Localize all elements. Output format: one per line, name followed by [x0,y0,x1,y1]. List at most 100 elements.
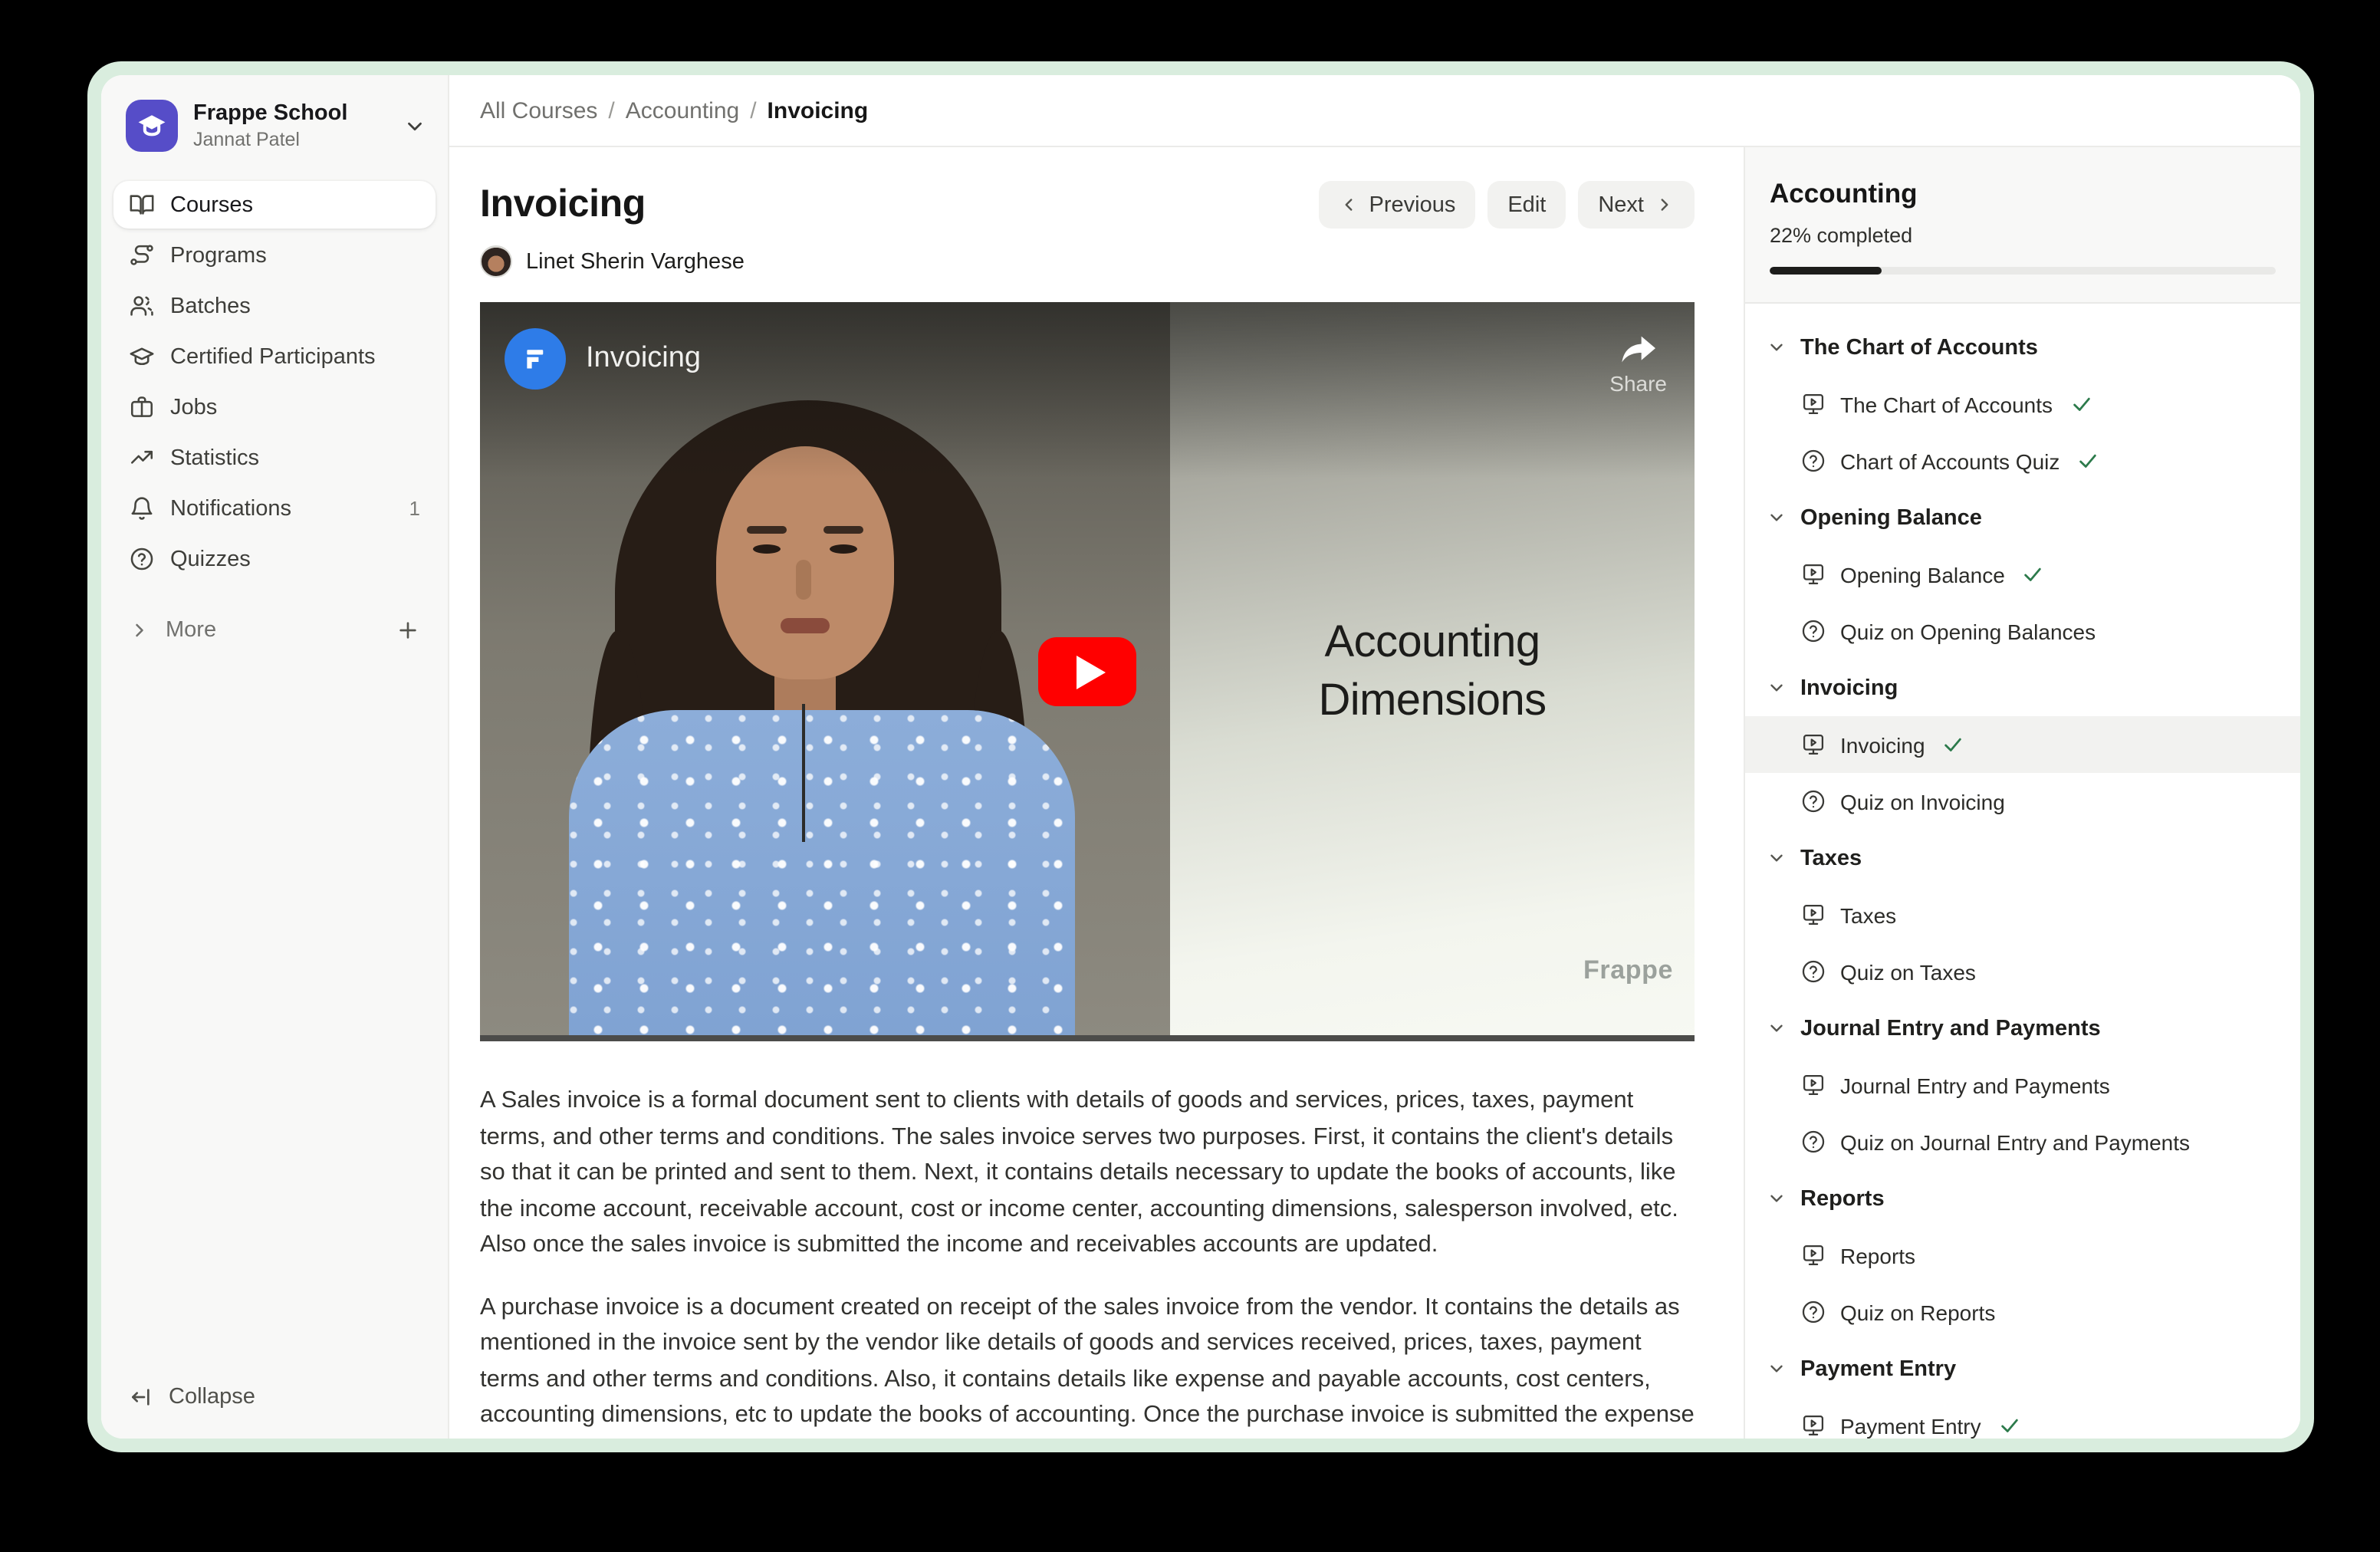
outline-quiz-quiz-on-taxes[interactable]: Quiz on Taxes [1745,943,2300,1000]
monitor-play-icon [1800,1412,1826,1439]
share-button[interactable]: Share [1609,333,1667,396]
outline-item-label: Payment Entry [1840,1413,1981,1438]
breadcrumb-current: Invoicing [768,97,869,123]
video-progress-bar[interactable] [480,1035,1695,1041]
breadcrumb-all-courses[interactable]: All Courses [480,97,597,123]
outline-chapter-opening-balance[interactable]: Opening Balance [1745,489,2300,546]
chapter-title: Journal Entry and Payments [1800,1016,2101,1041]
check-icon [2022,563,2045,586]
help-circle-icon [1800,788,1826,814]
outline-video-opening-balance[interactable]: Opening Balance [1745,546,2300,603]
sidebar-item-notifications[interactable]: Notifications1 [113,485,436,532]
outline-list: The Chart of Accounts The Chart of Accoun… [1745,304,2300,1439]
video-title-overlay: Invoicing [505,328,701,390]
sidebar-item-batches[interactable]: Batches [113,282,436,330]
youtube-play-button[interactable] [1038,637,1136,706]
chevron-right-icon [129,619,150,640]
outline-chapter-the-chart-of-accounts[interactable]: The Chart of Accounts [1745,319,2300,376]
sidebar-item-more[interactable]: More [113,606,436,653]
outline-item-label: Quiz on Invoicing [1840,789,2005,814]
lesson-paragraph: A Sales invoice is a formal document sen… [480,1083,1695,1263]
monitor-play-icon [1800,561,1826,587]
outline-item-label: Opening Balance [1840,562,2005,587]
page-title: Invoicing [480,182,646,227]
frappe-video-logo-icon[interactable] [505,328,566,390]
outline-video-invoicing[interactable]: Invoicing [1745,716,2300,773]
outline-video-payment-entry[interactable]: Payment Entry [1745,1397,2300,1439]
outline-video-the-chart-of-accounts[interactable]: The Chart of Accounts [1745,376,2300,432]
monitor-play-icon [1800,391,1826,417]
chevron-down-icon [1767,1189,1787,1208]
add-button[interactable] [396,617,420,642]
collapse-icon [129,1384,153,1409]
slide-title: Accounting Dimensions [1170,613,1695,730]
outline-video-taxes[interactable]: Taxes [1745,886,2300,943]
help-circle-icon [1800,618,1826,644]
outline-chapter-payment-entry[interactable]: Payment Entry [1745,1340,2300,1397]
chevron-down-icon [1767,1018,1787,1038]
monitor-play-icon [1800,732,1826,758]
outline-item-label: Quiz on Reports [1840,1300,1995,1324]
outline-quiz-chart-of-accounts-quiz[interactable]: Chart of Accounts Quiz [1745,432,2300,489]
chevron-down-icon [1767,508,1787,528]
monitor-play-icon [1800,1242,1826,1268]
outline-item-label: Invoicing [1840,732,1925,757]
outline-quiz-quiz-on-reports[interactable]: Quiz on Reports [1745,1284,2300,1340]
sidebar-item-quizzes[interactable]: Quizzes [113,535,436,583]
collapse-button[interactable]: Collapse [113,1373,436,1420]
next-button[interactable]: Next [1578,181,1695,229]
workspace-switcher[interactable]: Frappe School Jannat Patel [113,90,436,161]
breadcrumb-separator: / [608,97,614,123]
chapter-title: Reports [1800,1186,1885,1211]
author-name: Linet Sherin Varghese [526,249,745,274]
sidebar-item-courses[interactable]: Courses [113,181,436,229]
outline-quiz-quiz-on-opening-balances[interactable]: Quiz on Opening Balances [1745,603,2300,659]
check-icon [1942,733,1965,756]
outline-quiz-quiz-on-journal-entry-and-payments[interactable]: Quiz on Journal Entry and Payments [1745,1113,2300,1170]
course-title: Accounting [1770,178,2276,210]
outline-item-label: Chart of Accounts Quiz [1840,449,2059,473]
chapter-title: Opening Balance [1800,505,1982,530]
breadcrumb-course[interactable]: Accounting [626,97,739,123]
video-slide: Accounting Dimensions Frappe [1170,302,1695,1041]
sidebar-item-jobs[interactable]: Jobs [113,383,436,431]
check-icon [2076,449,2099,472]
outline-item-label: Quiz on Taxes [1840,959,1976,984]
lesson-main: Invoicing Previous Edit Nex [449,147,1744,1439]
graduation-cap-icon [129,344,155,370]
video-title[interactable]: Invoicing [586,342,701,376]
outline-quiz-quiz-on-invoicing[interactable]: Quiz on Invoicing [1745,773,2300,830]
check-icon [1998,1414,2021,1437]
course-outline: Accounting 22% completed The Chart of Ac… [1744,147,2300,1439]
outline-chapter-journal-entry-and-payments[interactable]: Journal Entry and Payments [1745,1000,2300,1057]
previous-button[interactable]: Previous [1319,181,1476,229]
chevron-right-icon [1655,195,1675,215]
frappe-learning-app: Frappe School Jannat Patel CoursesProgra… [101,75,2300,1439]
outline-chapter-reports[interactable]: Reports [1745,1170,2300,1227]
sidebar-item-certified-participants[interactable]: Certified Participants [113,333,436,380]
chapter-title: The Chart of Accounts [1800,335,2038,360]
sidebar-item-statistics[interactable]: Statistics [113,434,436,482]
help-circle-icon [1800,1299,1826,1325]
completed-check-icon [2022,563,2045,586]
chevron-left-icon [1339,195,1359,215]
workspace-user: Jannat Patel [193,128,347,151]
chapter-title: Taxes [1800,846,1862,870]
collapse-label: Collapse [169,1384,255,1409]
outline-video-reports[interactable]: Reports [1745,1227,2300,1284]
sidebar-menu: CoursesProgramsBatchesCertified Particip… [113,181,436,583]
outline-chapter-invoicing[interactable]: Invoicing [1745,659,2300,716]
check-icon [2069,393,2092,416]
edit-button[interactable]: Edit [1488,181,1566,229]
sidebar-item-label: Jobs [170,395,217,419]
outline-video-journal-entry-and-payments[interactable]: Journal Entry and Payments [1745,1057,2300,1113]
trending-up-icon [129,445,155,471]
sidebar-item-programs[interactable]: Programs [113,232,436,279]
sidebar-item-label: Quizzes [170,547,251,571]
outline-chapter-taxes[interactable]: Taxes [1745,830,2300,886]
video-player[interactable]: Accounting Dimensions Frappe [480,302,1695,1041]
main-area: All Courses / Accounting / Invoicing Inv… [449,75,2300,1439]
outline-item-label: Quiz on Journal Entry and Payments [1840,1129,2190,1154]
lesson-paragraph: A purchase invoice is a document created… [480,1289,1695,1439]
progress-text: 22% completed [1770,224,2276,247]
